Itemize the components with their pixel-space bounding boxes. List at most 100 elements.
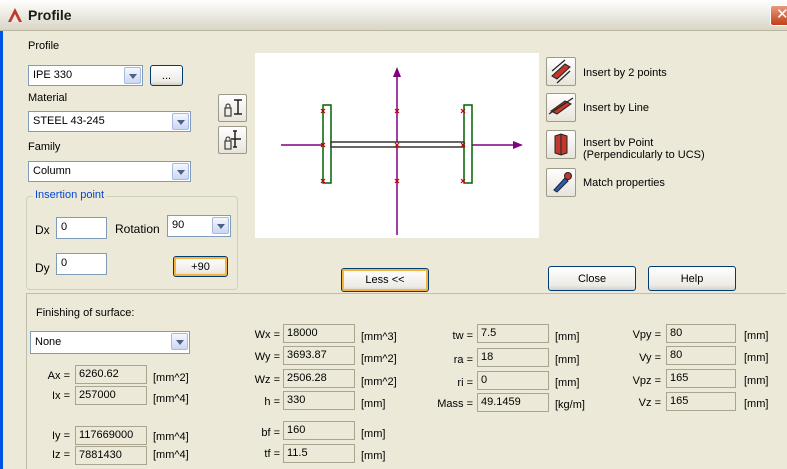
insert-point-label-1: Insert bv Point bbox=[583, 137, 654, 149]
material-label: Material bbox=[28, 92, 68, 104]
prop-label: bf = bbox=[261, 427, 280, 439]
material-select[interactable]: STEEL 43-245 bbox=[28, 111, 191, 132]
prop-label: ra = bbox=[453, 354, 473, 366]
prop-field-h: 330 bbox=[283, 391, 355, 410]
prop-label: ri = bbox=[457, 377, 473, 389]
prop-label: Iy = bbox=[51, 430, 70, 442]
prop-field-vpz: 165 bbox=[666, 369, 736, 388]
prop-unit: [mm] bbox=[744, 330, 769, 342]
finishing-select[interactable]: None bbox=[30, 331, 190, 354]
prop-unit: [mm^4] bbox=[153, 449, 189, 461]
close-button[interactable]: Close bbox=[548, 266, 636, 291]
plus90-button[interactable]: +90 bbox=[173, 256, 228, 277]
beam-line-icon bbox=[548, 97, 574, 115]
dx-label: Dx bbox=[35, 223, 50, 237]
prop-unit: [mm^2] bbox=[153, 372, 189, 384]
prop-label: tf = bbox=[264, 448, 280, 460]
window-close-button[interactable]: ✕ bbox=[770, 5, 787, 26]
prop-field-vy: 80 bbox=[666, 346, 736, 365]
profile-preview-drawing bbox=[281, 67, 523, 235]
prop-field-bf: 160 bbox=[283, 421, 355, 440]
insert-axis-icon bbox=[224, 130, 241, 150]
title-bar bbox=[0, 0, 787, 31]
beam-red-icon bbox=[551, 59, 571, 84]
window-title: Profile bbox=[28, 7, 72, 23]
column-point-icon bbox=[554, 133, 568, 156]
match-properties-label: Match properties bbox=[583, 177, 665, 189]
prop-label: Wy = bbox=[254, 351, 280, 363]
prop-unit: [mm] bbox=[361, 398, 386, 410]
dy-label: Dy bbox=[35, 261, 50, 275]
axis-arrow-right bbox=[513, 141, 523, 149]
prop-label: Vy = bbox=[639, 352, 661, 364]
insert-point-button[interactable] bbox=[546, 130, 576, 159]
family-value: Column bbox=[33, 165, 71, 177]
prop-unit: [mm^3] bbox=[361, 331, 397, 343]
help-button[interactable]: Help bbox=[648, 266, 736, 291]
dx-input[interactable]: 0 bbox=[56, 217, 107, 239]
rotation-label: Rotation bbox=[115, 222, 160, 236]
chevron-down-icon[interactable] bbox=[172, 113, 189, 130]
insert-point-label-2: (Perpendicularly to UCS) bbox=[583, 149, 705, 161]
prop-label: Vpz = bbox=[632, 375, 661, 387]
insertion-point-title: Insertion point bbox=[33, 189, 107, 201]
prop-unit: [kg/m] bbox=[555, 399, 585, 411]
profile-value: IPE 330 bbox=[33, 69, 73, 81]
prop-unit: [mm] bbox=[744, 398, 769, 410]
prop-label: Ix = bbox=[51, 390, 70, 402]
prop-field-iz: 7881430 bbox=[75, 446, 147, 465]
prop-field-ri: 0 bbox=[477, 371, 549, 390]
insert-top-icon bbox=[224, 99, 242, 117]
prop-field-wx: 18000 bbox=[283, 324, 355, 343]
profile-preview bbox=[255, 53, 539, 238]
chevron-down-icon[interactable] bbox=[124, 67, 141, 84]
prop-field-tw: 7.5 bbox=[477, 324, 549, 343]
prop-label: Vpy = bbox=[632, 329, 661, 341]
prop-field-ix: 257000 bbox=[75, 386, 147, 405]
chevron-down-icon[interactable] bbox=[172, 163, 189, 180]
prop-label: Iz = bbox=[51, 449, 70, 461]
insert-2-points-button[interactable] bbox=[546, 57, 576, 86]
chevron-down-icon[interactable] bbox=[171, 333, 188, 350]
align-axis-button[interactable] bbox=[218, 126, 247, 154]
prop-label: h = bbox=[264, 396, 280, 408]
prop-label: Ax = bbox=[47, 370, 70, 382]
align-top-button[interactable] bbox=[218, 94, 247, 122]
prop-field-iy: 117669000 bbox=[75, 426, 147, 445]
profile-browse-button[interactable]: ... bbox=[150, 65, 183, 86]
family-label: Family bbox=[28, 141, 61, 153]
prop-field-wz: 2506.28 bbox=[283, 369, 355, 388]
flange-right bbox=[463, 104, 473, 184]
prop-unit: [mm^2] bbox=[361, 376, 397, 388]
prop-field-wy: 3693.87 bbox=[283, 346, 355, 365]
prop-unit: [mm] bbox=[555, 354, 580, 366]
prop-label: Vz = bbox=[638, 397, 661, 409]
prop-label: tw = bbox=[452, 330, 473, 342]
prop-label: Mass = bbox=[437, 398, 473, 410]
prop-unit: [mm] bbox=[744, 375, 769, 387]
finishing-label: Finishing of surface: bbox=[36, 307, 135, 319]
prop-unit: [mm] bbox=[361, 428, 386, 440]
prop-unit: [mm] bbox=[555, 331, 580, 343]
prop-unit: [mm] bbox=[744, 352, 769, 364]
profile-select[interactable]: IPE 330 bbox=[28, 65, 143, 86]
prop-unit: [mm] bbox=[555, 377, 580, 389]
material-value: STEEL 43-245 bbox=[33, 115, 105, 127]
insert-line-button[interactable] bbox=[546, 93, 576, 122]
prop-unit: [mm^4] bbox=[153, 431, 189, 443]
rotation-select[interactable]: 90 bbox=[167, 215, 231, 237]
less-button[interactable]: Less << bbox=[341, 268, 429, 292]
prop-field-tf: 11.5 bbox=[283, 444, 355, 463]
prop-field-vpy: 80 bbox=[666, 324, 736, 343]
insert-2-points-label: Insert by 2 points bbox=[583, 67, 667, 79]
app-icon bbox=[8, 8, 22, 22]
prop-field-ra: 18 bbox=[477, 348, 549, 367]
family-select[interactable]: Column bbox=[28, 161, 191, 182]
dy-input[interactable]: 0 bbox=[56, 253, 107, 275]
prop-label: Wx = bbox=[254, 329, 280, 341]
chevron-down-icon[interactable] bbox=[212, 217, 229, 234]
axis-arrow-up bbox=[393, 67, 401, 77]
prop-field-mass: 49.1459 bbox=[477, 393, 549, 412]
match-properties-button[interactable] bbox=[546, 168, 576, 197]
prop-field-ax: 6260.62 bbox=[75, 365, 147, 384]
